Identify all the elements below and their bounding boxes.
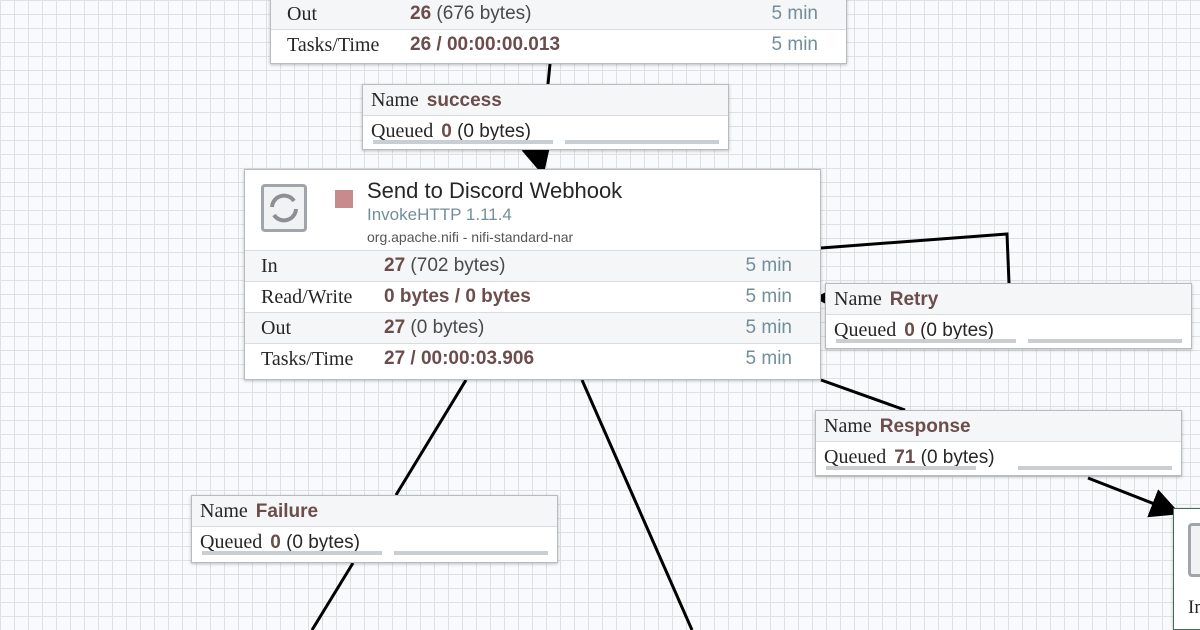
queue-bar-size: [565, 140, 719, 144]
processor-header: Send to Discord Webhook InvokeHTTP 1.11.…: [245, 170, 820, 250]
connection-name-row: Name Retry: [826, 284, 1191, 315]
stat-value: 26 (676 bytes): [410, 3, 532, 24]
stat-row-in: In 27 (702 bytes) 5 min: [245, 250, 820, 281]
stat-row-read-write: Read/Write 0 bytes / 0 bytes 5 min: [245, 281, 820, 312]
stat-time: 5 min: [771, 34, 818, 55]
stat-label: Out: [287, 3, 317, 25]
queue-bar-count: [202, 551, 382, 555]
connection-name: Retry: [889, 289, 939, 310]
stat-row-tasks-time: Tasks/Time 27 / 00:00:03.906 5 min: [245, 343, 820, 374]
connection-success[interactable]: Name success Queued 0 (0 bytes): [362, 84, 729, 150]
connection-name-row: Name success: [363, 85, 728, 116]
queue-bar-size: [1018, 466, 1172, 470]
flow-canvas[interactable]: Out 26 (676 bytes) 5 min Tasks/Time 26 /…: [0, 0, 1200, 630]
stat-row-out: Out 27 (0 bytes) 5 min: [245, 312, 820, 343]
upstream-processor[interactable]: Out 26 (676 bytes) 5 min Tasks/Time 26 /…: [270, 0, 847, 64]
connection-queued-row: Queued 0 (0 bytes): [192, 527, 557, 558]
edge-response-top[interactable]: [820, 378, 906, 412]
upstream-tasks-row: Tasks/Time 26 / 00:00:00.013 5 min: [271, 29, 846, 59]
edge-unlabeled[interactable]: [580, 379, 694, 630]
queue-bar-count: [836, 339, 1016, 343]
edge-failure-top[interactable]: [394, 379, 468, 496]
connection-name-row: Name Response: [816, 411, 1181, 442]
processor-icon: [261, 184, 307, 232]
edge-failure-bottom[interactable]: [310, 562, 355, 630]
stat-label: In: [1188, 597, 1200, 618]
stat-label: Tasks/Time: [287, 34, 380, 56]
connection-queued-row: Queued 71 (0 bytes): [816, 442, 1181, 473]
queued-value: 0 (0 bytes): [270, 532, 360, 553]
edge-success-bottom[interactable]: [521, 143, 551, 176]
queued-value: 0 (0 bytes): [904, 320, 994, 341]
queue-bar-size: [1028, 339, 1182, 343]
upstream-out-row: Out 26 (676 bytes) 5 min: [271, 0, 846, 29]
queue-bar-count: [373, 140, 553, 144]
connection-name-row: Name Failure: [192, 496, 557, 527]
connection-name: success: [426, 90, 502, 111]
queued-value: 0 (0 bytes): [441, 121, 531, 142]
stat-value: 26 / 00:00:00.013: [410, 34, 561, 55]
processor-bundle: org.apache.nifi - nifi-standard-nar: [367, 229, 574, 245]
queued-value: 71 (0 bytes): [894, 447, 995, 468]
processor-name: Send to Discord Webhook: [367, 178, 623, 203]
processor-icon: [1188, 523, 1200, 577]
edge-response-bottom[interactable]: [1087, 476, 1181, 518]
connection-name: Failure: [255, 501, 319, 522]
edge-success-top[interactable]: [546, 63, 552, 85]
connection-queued-row: Queued 0 (0 bytes): [363, 116, 728, 147]
connection-queued-row: Queued 0 (0 bytes): [826, 315, 1191, 346]
downstream-processor[interactable]: In: [1173, 508, 1200, 630]
edge-retry[interactable]: [820, 232, 1011, 284]
connection-retry[interactable]: Name Retry Queued 0 (0 bytes): [825, 283, 1192, 349]
queue-bar-size: [394, 551, 548, 555]
connection-name: Response: [879, 416, 971, 437]
queue-bar-count: [826, 466, 976, 470]
stop-icon: [335, 190, 353, 208]
processor-type: InvokeHTTP 1.11.4: [367, 205, 512, 224]
connection-response[interactable]: Name Response Queued 71 (0 bytes): [815, 410, 1182, 476]
processor-send-to-discord[interactable]: Send to Discord Webhook InvokeHTTP 1.11.…: [244, 169, 821, 380]
connection-failure[interactable]: Name Failure Queued 0 (0 bytes): [191, 495, 558, 563]
stat-time: 5 min: [771, 3, 818, 24]
